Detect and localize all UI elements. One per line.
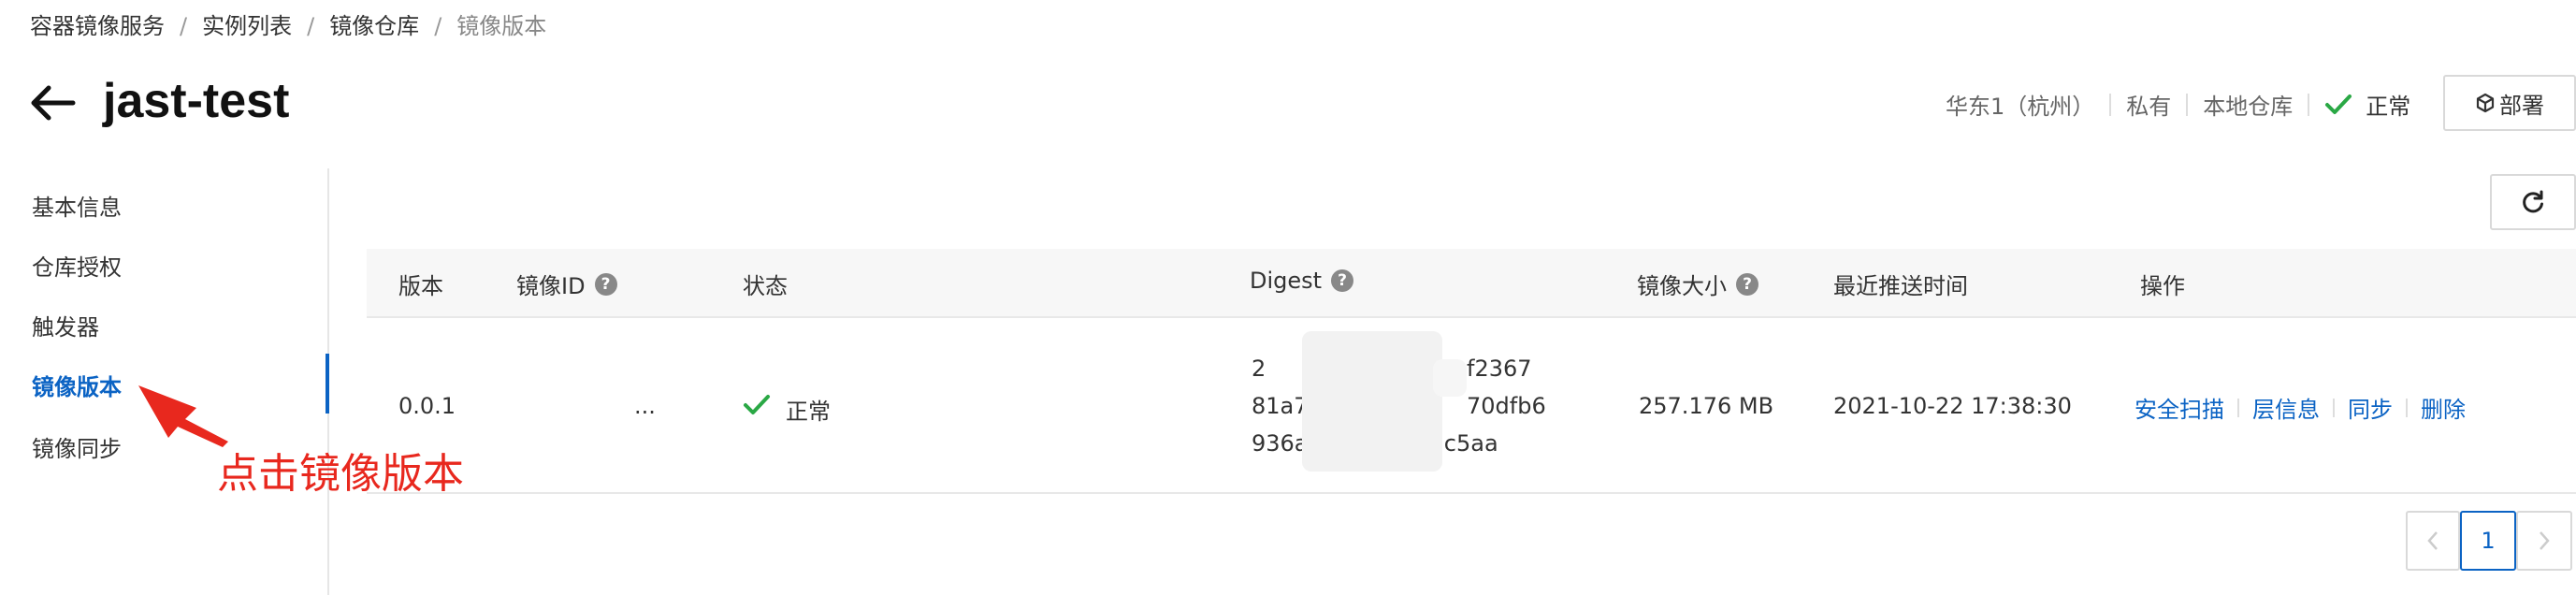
- breadcrumb-item-service[interactable]: 容器镜像服务: [30, 13, 165, 39]
- table-row: 0.0.1 ... 正常 2 f2367 81a7 70dfb6 936af6 …: [367, 318, 2576, 494]
- breadcrumb-separator: /: [434, 13, 442, 39]
- help-icon[interactable]: ?: [1331, 269, 1354, 292]
- annotation-text: 点击镜像版本: [217, 450, 464, 498]
- redaction-blur: [1302, 331, 1442, 472]
- divider: [2308, 93, 2310, 116]
- redaction-blur: [1433, 359, 1467, 397]
- column-header-version: 版本: [398, 273, 443, 299]
- repo-meta: 华东1（杭州） 私有 本地仓库 正常: [1946, 88, 2410, 121]
- breadcrumb-item-repos[interactable]: 镜像仓库: [329, 13, 419, 39]
- breadcrumb-item-instances[interactable]: 实例列表: [202, 13, 292, 39]
- page-number-button[interactable]: 1: [2460, 511, 2516, 571]
- divider: [2109, 93, 2112, 116]
- digest-fragment: f2367: [1467, 356, 1532, 382]
- breadcrumb-separator: /: [307, 13, 315, 39]
- column-header-pushed-time: 最近推送时间: [1833, 273, 1968, 299]
- repo-status: 正常: [2366, 94, 2411, 120]
- divider: [2237, 398, 2239, 417]
- column-header-size: 镜像大小?: [1637, 268, 1758, 300]
- column-header-actions: 操作: [2140, 273, 2185, 299]
- digest-fragment: 70dfb6: [1467, 393, 1546, 419]
- sidebar-active-indicator: [326, 354, 329, 414]
- status-cell: 正常: [786, 399, 831, 425]
- annotation-arrow-icon: [138, 385, 228, 447]
- back-arrow-icon[interactable]: [28, 79, 77, 127]
- deploy-label: 部署: [2499, 92, 2544, 119]
- breadcrumb-current: 镜像版本: [456, 13, 547, 39]
- image-id-cell[interactable]: ...: [634, 393, 656, 419]
- sidebar-item-basic-info[interactable]: 基本信息: [32, 189, 122, 222]
- refresh-button[interactable]: [2490, 174, 2576, 230]
- deploy-button[interactable]: 部署: [2443, 75, 2576, 131]
- check-icon: [2325, 94, 2352, 114]
- divider: [2186, 93, 2189, 116]
- refresh-icon: [2523, 190, 2543, 213]
- source-label: 本地仓库: [2203, 94, 2294, 120]
- check-icon: [744, 395, 770, 414]
- row-actions: 安全扫描 层信息 同步 删除: [2135, 391, 2466, 424]
- divider: [2406, 398, 2408, 417]
- chevron-right-icon: [2540, 531, 2550, 550]
- page-number: 1: [2481, 528, 2496, 554]
- size-cell: 257.176 MB: [1639, 393, 1774, 419]
- prev-page-button[interactable]: [2406, 511, 2460, 571]
- cube-icon: [2476, 93, 2495, 113]
- visibility-label: 私有: [2126, 94, 2172, 120]
- table-header: 版本 镜像ID? 状态 Digest? 镜像大小? 最近推送时间 操作: [367, 249, 2576, 318]
- sidebar-item-authorization[interactable]: 仓库授权: [32, 249, 122, 282]
- sidebar-item-image-versions[interactable]: 镜像版本: [32, 369, 122, 401]
- chevron-left-icon: [2427, 531, 2438, 550]
- breadcrumb-separator: /: [180, 13, 188, 39]
- layer-info-link[interactable]: 层信息: [2252, 391, 2320, 424]
- pushed-time-cell: 2021-10-22 17:38:30: [1833, 393, 2072, 419]
- security-scan-link[interactable]: 安全扫描: [2135, 391, 2224, 424]
- digest-fragment: 81a7: [1252, 393, 1309, 419]
- delete-link[interactable]: 删除: [2421, 391, 2466, 424]
- page-title: jast-test: [103, 74, 290, 128]
- help-icon[interactable]: ?: [594, 272, 617, 296]
- version-cell: 0.0.1: [398, 393, 456, 419]
- divider: [2333, 398, 2335, 417]
- sidebar-item-image-sync[interactable]: 镜像同步: [32, 430, 122, 463]
- sync-link[interactable]: 同步: [2348, 391, 2393, 424]
- column-header-image-id: 镜像ID?: [516, 268, 617, 300]
- digest-fragment: 2: [1252, 356, 1266, 382]
- sidebar-item-triggers[interactable]: 触发器: [32, 309, 99, 341]
- help-icon[interactable]: ?: [1736, 272, 1758, 296]
- column-header-digest: Digest?: [1250, 268, 1354, 294]
- breadcrumb: 容器镜像服务 / 实例列表 / 镜像仓库 / 镜像版本: [30, 7, 546, 40]
- region-label: 华东1（杭州）: [1946, 94, 2095, 120]
- column-header-status: 状态: [743, 273, 788, 299]
- next-page-button[interactable]: [2516, 511, 2572, 571]
